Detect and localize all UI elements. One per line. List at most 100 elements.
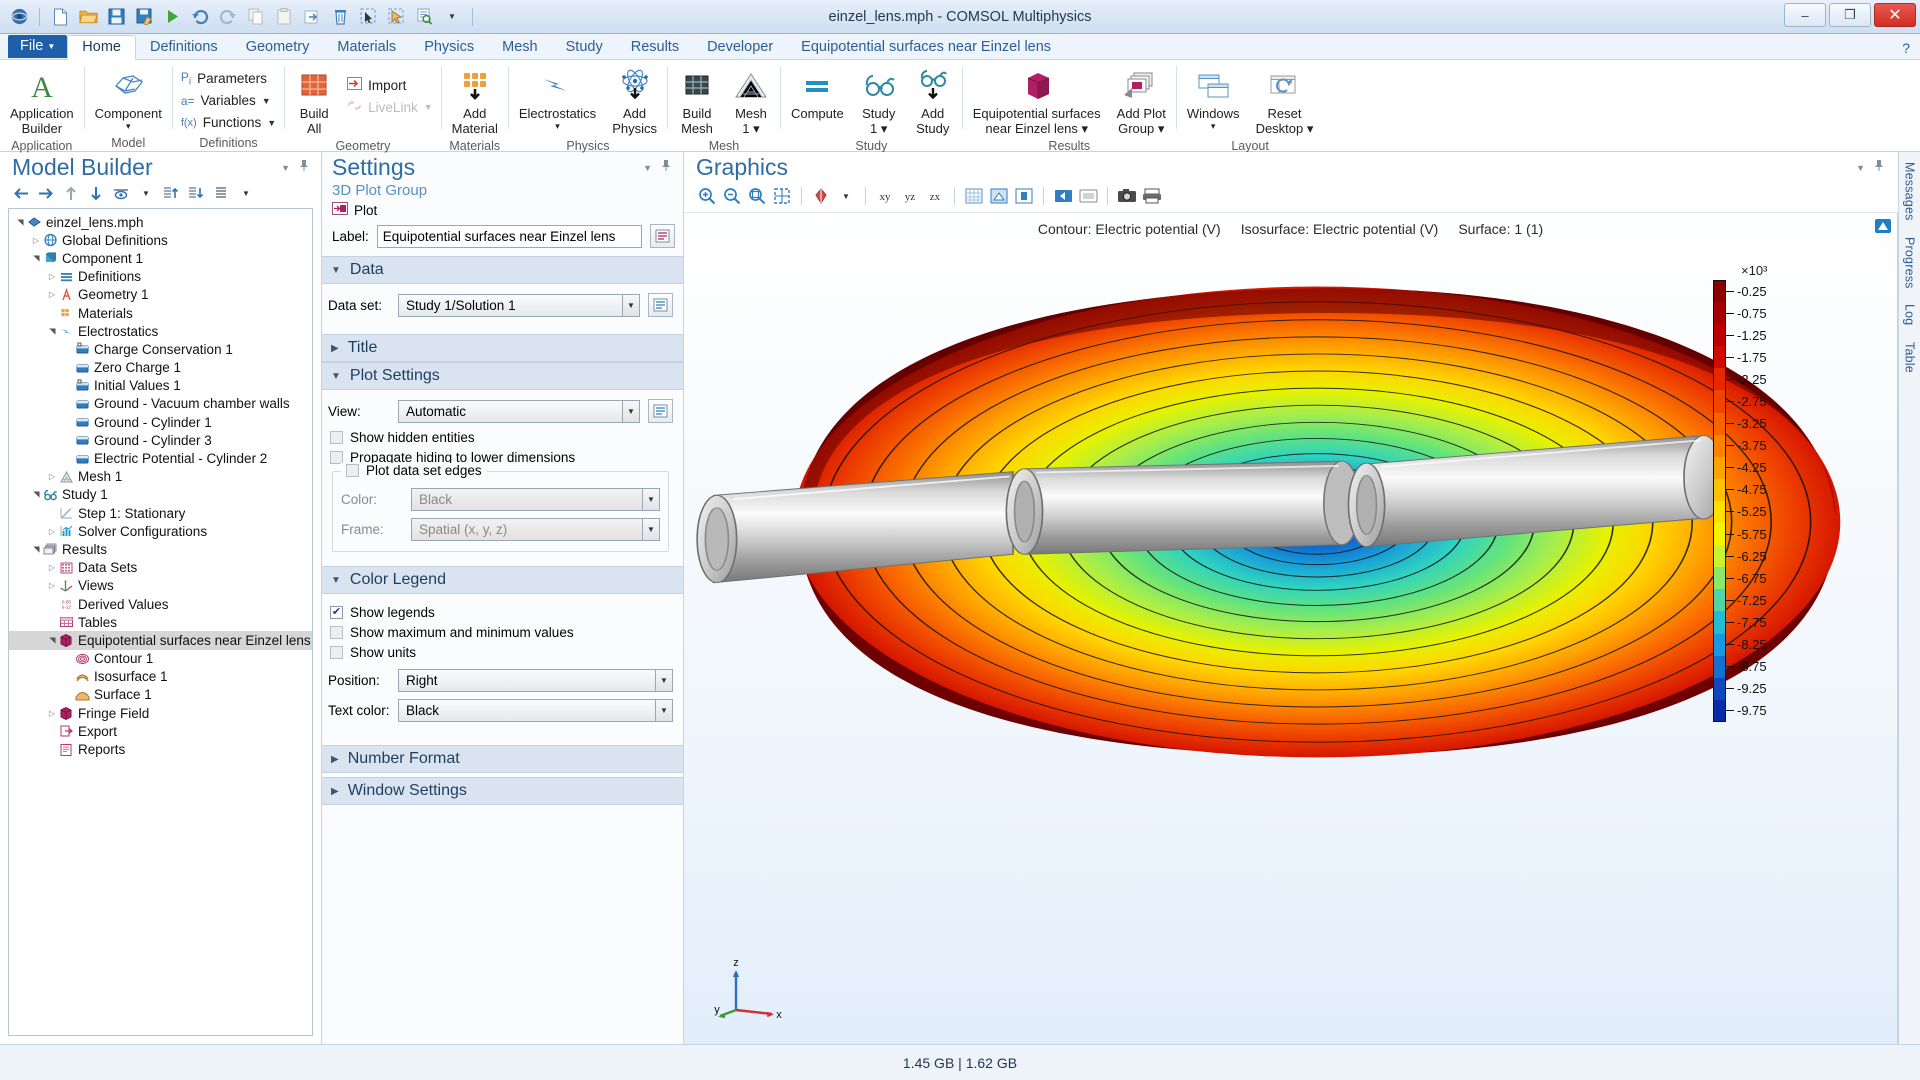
tree-node[interactable]: ◢ einzel_lens.mph	[9, 213, 312, 231]
grid-icon[interactable]	[963, 185, 985, 207]
more-options-caret-icon[interactable]: ▼	[439, 4, 465, 30]
run-icon[interactable]	[159, 4, 185, 30]
functions-button[interactable]: f(x) Functions ▼	[175, 112, 282, 134]
orthographic-icon[interactable]	[988, 185, 1010, 207]
new-file-icon[interactable]	[47, 4, 73, 30]
tab-definitions[interactable]: Definitions	[136, 36, 232, 59]
move-down-icon[interactable]	[87, 184, 105, 202]
mesh-1-label-2[interactable]: 1 ▾	[742, 121, 759, 136]
windows-caret-icon[interactable]: ▾	[1211, 121, 1216, 132]
section-data-header[interactable]: ▼ Data	[322, 256, 683, 284]
view-select[interactable]: Automatic ▼	[398, 399, 640, 423]
tab-study[interactable]: Study	[552, 36, 617, 59]
add-physics-button[interactable]: Add Physics	[604, 64, 665, 138]
tree-expander-open-icon[interactable]: ◢	[32, 252, 41, 264]
select-pointer-icon[interactable]	[383, 4, 409, 30]
zoom-in-icon[interactable]	[696, 185, 718, 207]
show-legends-checkbox[interactable]: ✔	[330, 606, 343, 619]
tree-node[interactable]: Isosurface 1	[9, 668, 312, 686]
section-window-settings-header[interactable]: ▶ Window Settings	[322, 777, 683, 805]
dock-tab-log[interactable]: Log	[1903, 304, 1917, 325]
show-max-min-row[interactable]: Show maximum and minimum values	[330, 625, 673, 640]
zoom-to-selection-icon[interactable]	[411, 4, 437, 30]
back-icon[interactable]	[12, 184, 30, 202]
help-icon[interactable]: ?	[1902, 40, 1910, 56]
pin-icon[interactable]	[661, 159, 671, 176]
perspective-icon[interactable]	[1013, 185, 1035, 207]
model-tree[interactable]: ◢ einzel_lens.mph ▷ Global Definitions ◢ Comp…	[8, 208, 313, 1036]
tree-node[interactable]: ▷ Definitions	[9, 268, 312, 286]
dock-tab-progress[interactable]: Progress	[1903, 237, 1917, 289]
zoom-out-icon[interactable]	[721, 185, 743, 207]
rename-icon[interactable]	[650, 224, 675, 248]
tree-expander-closed-icon[interactable]: ▷	[46, 272, 58, 281]
tree-node[interactable]: ▷ Views	[9, 577, 312, 595]
tree-node[interactable]: Materials	[9, 304, 312, 322]
tree-expander-open-icon[interactable]: ◢	[48, 325, 57, 337]
file-menu-tab[interactable]: File ▼	[8, 35, 68, 58]
tab-mesh[interactable]: Mesh	[488, 36, 551, 59]
parameters-button[interactable]: Pi Parameters	[175, 68, 273, 90]
scene-light-icon[interactable]	[1052, 185, 1074, 207]
dock-tab-messages[interactable]: Messages	[1903, 162, 1917, 221]
plot-group-label-2[interactable]: near Einzel lens ▾	[985, 121, 1088, 136]
view-xy-icon[interactable]: xy	[874, 185, 896, 207]
variables-button[interactable]: a= Variables ▼	[175, 90, 277, 112]
select-box-icon[interactable]	[355, 4, 381, 30]
section-plot-settings-header[interactable]: ▼ Plot Settings	[322, 362, 683, 390]
print-icon[interactable]	[1141, 185, 1163, 207]
tree-node[interactable]: ▷ Fringe Field	[9, 704, 312, 722]
add-material-button[interactable]: Add Material	[444, 64, 506, 138]
tree-node[interactable]: Contour 1	[9, 650, 312, 668]
move-up-icon[interactable]	[62, 184, 80, 202]
show-units-row[interactable]: Show units	[330, 645, 673, 660]
tree-node[interactable]: ▷ Mesh 1	[9, 468, 312, 486]
tree-expander-open-icon[interactable]: ◢	[48, 634, 57, 646]
pin-icon[interactable]	[1874, 159, 1884, 176]
electrostatics-button[interactable]: Electrostatics ▾	[511, 64, 604, 134]
tree-node[interactable]: Zero Charge 1	[9, 359, 312, 377]
save-icon[interactable]	[103, 4, 129, 30]
tree-expander-closed-icon[interactable]: ▷	[46, 472, 58, 481]
show-hidden-entities-row[interactable]: Show hidden entities	[330, 430, 673, 445]
redo-icon[interactable]	[215, 4, 241, 30]
study-1-label-2[interactable]: 1 ▾	[870, 121, 887, 136]
view-yz-icon[interactable]: yz	[899, 185, 921, 207]
mesh-1-button[interactable]: Mesh 1 ▾	[724, 64, 778, 138]
position-select[interactable]: Right ▼	[398, 669, 673, 692]
electrostatics-caret-icon[interactable]: ▾	[555, 121, 560, 132]
tree-expander-closed-icon[interactable]: ▷	[46, 709, 58, 718]
tree-expander-closed-icon[interactable]: ▷	[46, 527, 58, 536]
goto-source-icon[interactable]	[648, 293, 673, 317]
chevron-down-icon[interactable]: ▼	[262, 96, 271, 106]
minimize-button[interactable]: –	[1784, 3, 1826, 27]
select-all-icon[interactable]	[1077, 185, 1099, 207]
forward-icon[interactable]	[37, 184, 55, 202]
application-builder-button[interactable]: A Application Builder	[2, 64, 82, 138]
open-folder-icon[interactable]	[75, 4, 101, 30]
build-mesh-button[interactable]: Build Mesh	[670, 64, 724, 138]
collapse-tree-icon[interactable]	[187, 184, 205, 202]
tree-options-icon[interactable]	[212, 184, 230, 202]
section-number-format-header[interactable]: ▶ Number Format	[322, 745, 683, 773]
windows-button[interactable]: Windows ▾	[1179, 64, 1248, 134]
tree-node[interactable]: ▷ Solver Configurations	[9, 522, 312, 540]
tree-expander-open-icon[interactable]: ◢	[32, 543, 41, 555]
tree-node[interactable]: Export	[9, 722, 312, 740]
label-input[interactable]	[376, 224, 642, 248]
graphics-canvas[interactable]: Contour: Electric potential (V) Isosurfac…	[684, 213, 1898, 1044]
maximize-button[interactable]: ❐	[1829, 3, 1871, 27]
text-color-select[interactable]: Black ▼	[398, 699, 673, 722]
add-plot-group-label-2[interactable]: Group ▾	[1118, 121, 1164, 136]
pin-icon[interactable]	[299, 159, 309, 176]
compute-button[interactable]: Compute	[783, 64, 852, 124]
show-caret-icon[interactable]: ▼	[137, 184, 155, 202]
tree-expander-closed-icon[interactable]: ▷	[46, 290, 58, 299]
build-all-button[interactable]: Build All	[287, 64, 341, 138]
show-max-min-checkbox[interactable]	[330, 626, 343, 639]
plot-data-set-edges-checkbox[interactable]	[346, 464, 359, 477]
view-zx-icon[interactable]: zx	[924, 185, 946, 207]
section-color-legend-header[interactable]: ▼ Color Legend	[322, 566, 683, 594]
tree-node[interactable]: ◢ Results	[9, 540, 312, 558]
dock-tab-table[interactable]: Table	[1903, 342, 1917, 373]
